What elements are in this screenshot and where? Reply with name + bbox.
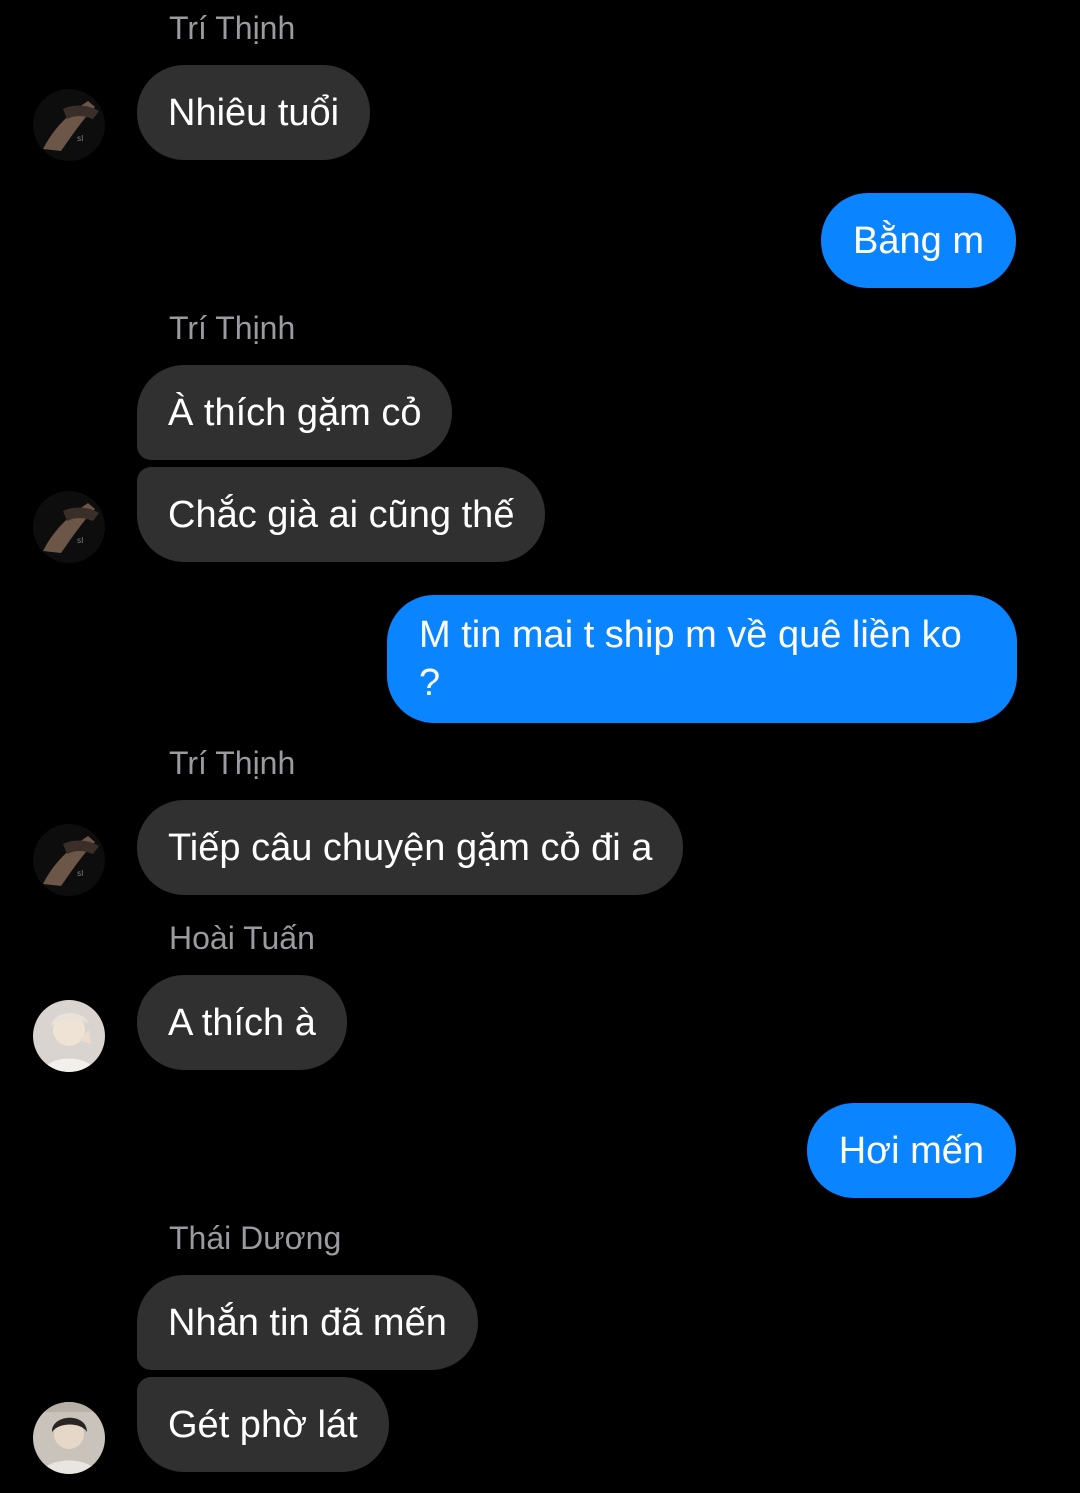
incoming-message-bubble[interactable]: Gét phờ lát (137, 1377, 389, 1472)
message-text: Nhiêu tuổi (168, 91, 340, 134)
incoming-message-bubble[interactable]: Chắc già ai cũng thế (137, 467, 546, 562)
sender-name: Trí Thịnh (169, 745, 296, 781)
avatar-hoai-tuan[interactable] (33, 1000, 105, 1072)
avatar-tri-thinh[interactable]: sl (33, 89, 105, 161)
message-text: A thích à (168, 1001, 316, 1044)
incoming-message-bubble[interactable]: Nhiêu tuổi (137, 65, 371, 160)
sender-name: Hoài Tuấn (169, 920, 315, 956)
message-text: À thích gặm cỏ (168, 391, 422, 434)
outgoing-message-bubble[interactable]: Bằng m (821, 193, 1016, 288)
message-text: Gét phờ lát (168, 1403, 358, 1446)
hand-photo-icon: sl (33, 491, 105, 563)
incoming-message-bubble[interactable]: À thích gặm cỏ (137, 365, 453, 460)
person-photo-icon (33, 1000, 105, 1072)
outgoing-message-bubble[interactable]: M tin mai t ship m về quê liền ko ? (387, 595, 1017, 723)
sender-name: Thái Dương (169, 1220, 342, 1256)
incoming-message-bubble[interactable]: Nhắn tin đã mến (137, 1275, 478, 1370)
avatar-tri-thinh[interactable]: sl (33, 824, 105, 896)
message-text: Nhắn tin đã mến (168, 1301, 447, 1344)
message-text: Chắc già ai cũng thế (168, 493, 515, 536)
sender-name: Trí Thịnh (169, 10, 296, 46)
message-text: Bằng m (853, 219, 984, 262)
svg-text:sl: sl (77, 134, 83, 143)
incoming-message-bubble[interactable]: A thích à (137, 975, 347, 1070)
avatar-tri-thinh[interactable]: sl (33, 491, 105, 563)
hand-photo-icon: sl (33, 89, 105, 161)
avatar-thai-duong[interactable] (33, 1402, 105, 1474)
sender-name: Trí Thịnh (169, 310, 296, 346)
svg-text:sl: sl (77, 536, 83, 545)
person-photo-icon (33, 1402, 105, 1474)
message-text: Tiếp câu chuyện gặm cỏ đi a (168, 826, 653, 869)
message-text: M tin mai t ship m về quê liền ko ? (419, 614, 962, 704)
svg-text:sl: sl (77, 869, 83, 878)
hand-photo-icon: sl (33, 824, 105, 896)
incoming-message-bubble[interactable]: Tiếp câu chuyện gặm cỏ đi a (137, 800, 684, 895)
outgoing-message-bubble[interactable]: Hơi mến (806, 1103, 1016, 1198)
message-text: Hơi mến (838, 1129, 984, 1172)
